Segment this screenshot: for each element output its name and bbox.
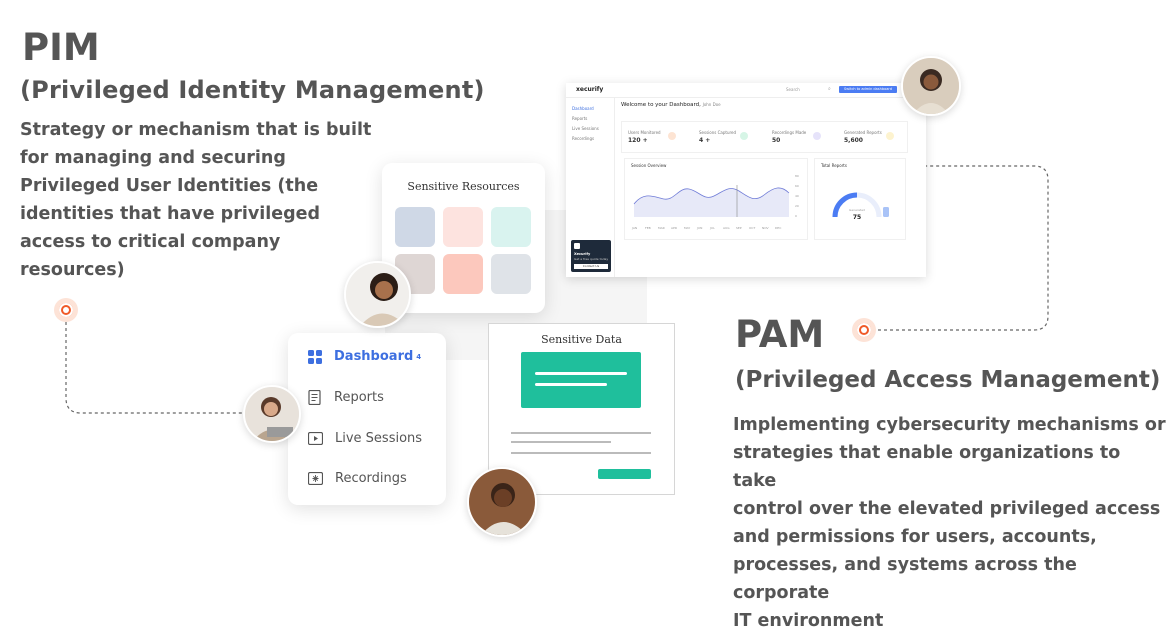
data-banner bbox=[521, 352, 641, 408]
dashboard-topbar: xecurify Search ⌕ Switch to admin dashbo… bbox=[566, 83, 926, 98]
switch-dashboard-button[interactable]: Switch to admin dashboard bbox=[839, 86, 897, 93]
svg-text:60: 60 bbox=[795, 184, 799, 188]
user-avatar bbox=[467, 467, 537, 537]
svg-text:FEB: FEB bbox=[645, 226, 651, 230]
stats-row: Users Monitored 120 + Sessions Captured 4 … bbox=[621, 121, 908, 153]
sidebar-item-recordings[interactable]: Recordings bbox=[572, 136, 594, 141]
user-avatar bbox=[901, 56, 961, 116]
resource-tile[interactable] bbox=[395, 207, 435, 247]
text-line bbox=[511, 452, 651, 454]
total-reports-panel: Total Reports 75 Generated bbox=[814, 158, 906, 240]
menu-item-recordings[interactable]: Recordings bbox=[308, 471, 407, 486]
resource-tile[interactable] bbox=[491, 207, 531, 247]
menu-item-dashboard[interactable]: Dashboard 4 bbox=[308, 349, 421, 364]
sidebar-item-live-sessions[interactable]: Live Sessions bbox=[572, 126, 599, 131]
data-action-button[interactable] bbox=[598, 469, 651, 479]
users-icon bbox=[668, 132, 676, 140]
grid-icon bbox=[308, 349, 322, 364]
session-overview-panel: Session Overview JAN FEB MAR APR MAY JUN JU… bbox=[624, 158, 808, 240]
stat-recordings: Recordings Made 50 bbox=[772, 130, 807, 144]
total-reports-title: Total Reports bbox=[821, 163, 847, 168]
brand-logo: xecurify bbox=[576, 86, 604, 93]
search-icon[interactable]: ⌕ bbox=[828, 86, 831, 92]
stat-reports: Generated Reports 5,600 bbox=[844, 130, 882, 144]
recordings-icon bbox=[813, 132, 821, 140]
camera-icon bbox=[308, 472, 323, 485]
svg-text:DEC: DEC bbox=[775, 226, 781, 230]
pam-marker-icon bbox=[852, 318, 876, 342]
svg-text:MAR: MAR bbox=[658, 226, 665, 230]
svg-text:JAN: JAN bbox=[631, 226, 637, 230]
resource-tile[interactable] bbox=[443, 207, 483, 247]
menu-badge: 4 bbox=[416, 352, 422, 361]
session-overview-title: Session Overview bbox=[631, 163, 667, 168]
menu-item-reports[interactable]: Reports bbox=[308, 390, 384, 405]
svg-text:JUN: JUN bbox=[696, 226, 702, 230]
sensitive-resources-title: Sensitive Resources bbox=[407, 180, 520, 193]
svg-text:75: 75 bbox=[853, 214, 861, 221]
stat-sessions: Sessions Captured 4 + bbox=[699, 130, 737, 144]
stat-users: Users Monitored 120 + bbox=[628, 130, 661, 144]
user-avatar bbox=[344, 261, 411, 328]
svg-text:AUG: AUG bbox=[723, 226, 730, 230]
svg-text:40: 40 bbox=[795, 194, 799, 198]
menu-label: Live Sessions bbox=[335, 431, 423, 446]
sidebar-item-reports[interactable]: Reports bbox=[572, 116, 587, 121]
menu-label: Reports bbox=[334, 390, 384, 405]
dashboard-screenshot: xecurify Search ⌕ Switch to admin dashbo… bbox=[566, 83, 926, 277]
text-line bbox=[511, 441, 611, 443]
promo-subtitle: Get a free quote today bbox=[574, 257, 609, 261]
svg-text:0: 0 bbox=[795, 214, 797, 218]
svg-text:SEP: SEP bbox=[736, 226, 742, 230]
svg-text:MAY: MAY bbox=[684, 226, 690, 230]
reports-icon bbox=[886, 132, 894, 140]
welcome-text: Welcome to your Dashboard, John Doe bbox=[621, 102, 721, 108]
sidebar-item-dashboard[interactable]: Dashboard bbox=[572, 106, 594, 111]
resource-tile[interactable] bbox=[491, 254, 531, 294]
promo-box: Xecurify Get a free quote today Contact … bbox=[571, 240, 611, 272]
resource-tile[interactable] bbox=[443, 254, 483, 294]
svg-text:APR: APR bbox=[671, 226, 677, 230]
svg-text:JUL: JUL bbox=[709, 226, 715, 230]
svg-text:80: 80 bbox=[795, 174, 799, 178]
pim-marker-icon bbox=[54, 298, 78, 322]
reports-gauge: 75 Generated bbox=[832, 192, 889, 221]
promo-button[interactable]: Contact Us bbox=[574, 264, 608, 269]
sensitive-data-title: Sensitive Data bbox=[541, 333, 622, 346]
menu-label: Dashboard bbox=[334, 349, 414, 364]
menu-item-live-sessions[interactable]: Live Sessions bbox=[308, 431, 422, 446]
user-avatar bbox=[243, 385, 301, 443]
play-icon bbox=[308, 432, 323, 445]
navigation-menu-card: Dashboard 4 Reports Live Sessions Record… bbox=[288, 333, 446, 505]
report-icon bbox=[308, 390, 321, 405]
dashboard-sidebar: Dashboard Reports Live Sessions Recordin… bbox=[566, 97, 615, 277]
svg-text:Generated: Generated bbox=[849, 208, 865, 212]
svg-text:OCT: OCT bbox=[749, 226, 755, 230]
svg-text:20: 20 bbox=[795, 204, 799, 208]
session-overview-chart: JAN FEB MAR APR MAY JUN JUL AUG SEP OCT NOV DE… bbox=[631, 174, 799, 230]
promo-title: Xecurify bbox=[574, 252, 591, 256]
sessions-icon bbox=[740, 132, 748, 140]
svg-text:NOV: NOV bbox=[762, 226, 770, 230]
text-line bbox=[511, 432, 651, 434]
menu-label: Recordings bbox=[335, 471, 407, 486]
search-input[interactable]: Search bbox=[786, 87, 800, 92]
